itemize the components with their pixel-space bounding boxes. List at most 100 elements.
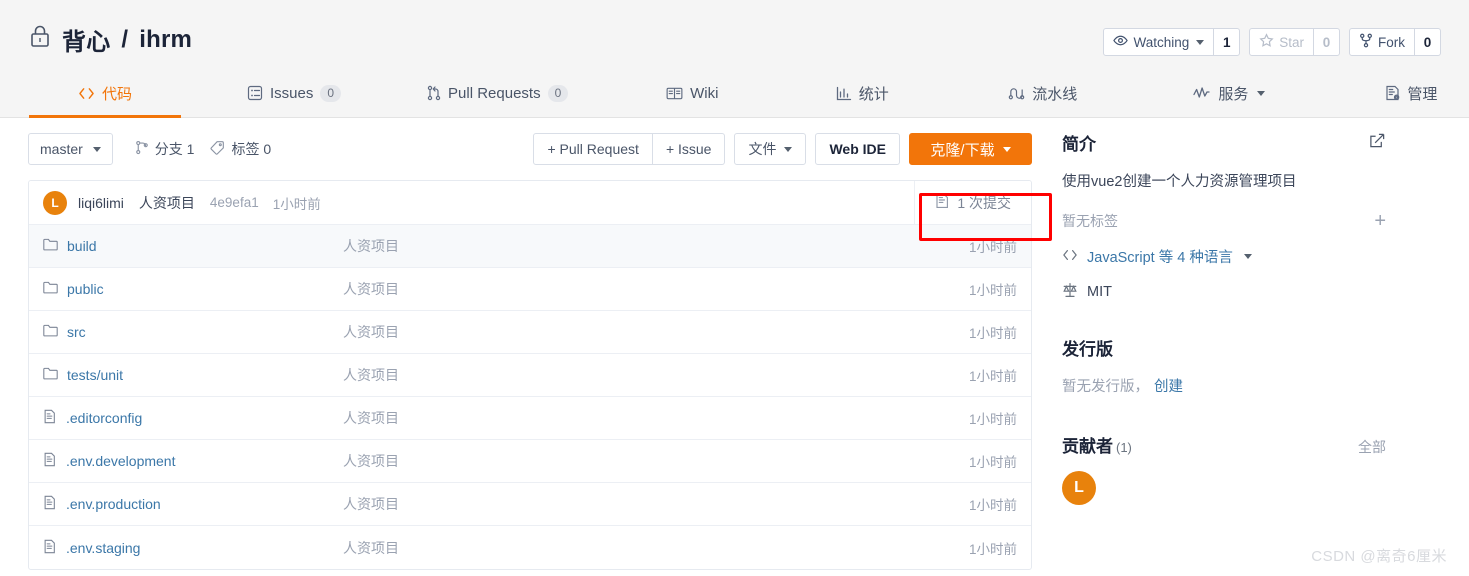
watch-label: Watching bbox=[1133, 34, 1190, 50]
file-list: build 人资项目 1小时前 public 人资项目 1小时前 src 人资项… bbox=[29, 225, 1031, 569]
file-row[interactable]: build 人资项目 1小时前 bbox=[29, 225, 1031, 268]
file-name: src bbox=[67, 324, 86, 340]
file-commit-message: 人资项目 bbox=[343, 324, 399, 340]
edit-icon[interactable] bbox=[1369, 132, 1386, 154]
activity-icon bbox=[1193, 86, 1211, 100]
new-pull-request-button[interactable]: + Pull Request bbox=[533, 133, 653, 165]
file-row[interactable]: .editorconfig 人资项目 1小时前 bbox=[29, 397, 1031, 440]
lock-icon bbox=[28, 23, 52, 56]
tab-code[interactable]: 代码 bbox=[29, 69, 181, 118]
tab-issues[interactable]: Issues 0 bbox=[227, 69, 361, 117]
commit-hash[interactable]: 4e9efa1 bbox=[210, 195, 259, 210]
file-row[interactable]: .env.development 人资项目 1小时前 bbox=[29, 440, 1031, 483]
create-release-link[interactable]: 创建 bbox=[1154, 379, 1183, 395]
commit-message[interactable]: 人资项目 bbox=[139, 193, 195, 213]
repo-name[interactable]: ihrm bbox=[139, 26, 192, 54]
file-commit-message: 人资项目 bbox=[343, 539, 399, 556]
file-name: .env.staging bbox=[66, 539, 141, 556]
watch-button-group[interactable]: Watching 1 bbox=[1103, 28, 1241, 56]
file-name-cell[interactable]: .env.staging bbox=[43, 539, 343, 557]
file-row[interactable]: public 人资项目 1小时前 bbox=[29, 268, 1031, 311]
star-button[interactable]: Star bbox=[1250, 29, 1313, 55]
tab-pull-requests[interactable]: Pull Requests 0 bbox=[407, 69, 588, 117]
commit-author[interactable]: liqi6limi bbox=[78, 195, 124, 211]
tags-link[interactable]: 标签 0 bbox=[210, 139, 271, 159]
file-commit-time: 1小时前 bbox=[968, 498, 1017, 513]
code-icon bbox=[78, 86, 95, 101]
tab-services[interactable]: 服务 bbox=[1173, 69, 1285, 117]
file-row[interactable]: tests/unit 人资项目 1小时前 bbox=[29, 354, 1031, 397]
clone-download-button[interactable]: 克隆/下载 bbox=[909, 133, 1032, 165]
file-icon bbox=[43, 409, 57, 427]
file-name-cell[interactable]: src bbox=[43, 324, 343, 340]
code-icon bbox=[1062, 248, 1078, 266]
add-tag-button[interactable]: + bbox=[1374, 211, 1386, 231]
file-name-cell[interactable]: tests/unit bbox=[43, 367, 343, 383]
file-commit-message: 人资项目 bbox=[343, 496, 399, 512]
branch-meta: 分支 1 标签 0 bbox=[135, 139, 271, 159]
create-buttons: + Pull Request + Issue bbox=[533, 133, 726, 165]
file-commit-time: 1小时前 bbox=[968, 283, 1017, 298]
files-dropdown-label: 文件 bbox=[748, 141, 777, 157]
fork-count[interactable]: 0 bbox=[1414, 29, 1440, 55]
contributors-all-link[interactable]: 全部 bbox=[1358, 437, 1386, 457]
settings-doc-icon bbox=[1385, 85, 1400, 101]
file-name-cell[interactable]: .env.production bbox=[43, 495, 343, 513]
commit-count-label: 1 次提交 bbox=[957, 194, 1011, 211]
chevron-down-icon bbox=[1002, 146, 1011, 152]
languages-label: JavaScript 等 4 种语言 bbox=[1087, 250, 1233, 266]
file-commit-message: 人资项目 bbox=[343, 410, 399, 426]
file-row[interactable]: src 人资项目 1小时前 bbox=[29, 311, 1031, 354]
file-commit-message: 人资项目 bbox=[343, 238, 399, 254]
file-row[interactable]: .env.production 人资项目 1小时前 bbox=[29, 483, 1031, 526]
repo-sidebar: 简介 使用vue2创建一个人力资源管理项目 暂无标签 + JavaScript … bbox=[1062, 118, 1386, 505]
eye-icon bbox=[1113, 33, 1129, 51]
issue-icon bbox=[247, 85, 263, 101]
commit-count-link[interactable]: 1 次提交 bbox=[914, 181, 1031, 224]
folder-icon bbox=[43, 324, 58, 340]
repo-owner[interactable]: 背心 bbox=[62, 22, 110, 57]
tag-icon bbox=[210, 140, 225, 158]
branches-link[interactable]: 分支 1 bbox=[135, 139, 194, 159]
star-count[interactable]: 0 bbox=[1313, 29, 1339, 55]
languages-row[interactable]: JavaScript 等 4 种语言 bbox=[1062, 246, 1386, 267]
file-name-cell[interactable]: .env.development bbox=[43, 452, 343, 470]
tab-statistics[interactable]: 统计 bbox=[814, 69, 910, 117]
branch-selector[interactable]: master bbox=[28, 133, 113, 165]
file-name: .editorconfig bbox=[66, 410, 143, 426]
file-commit-message: 人资项目 bbox=[343, 367, 399, 383]
web-ide-button[interactable]: Web IDE bbox=[815, 133, 900, 165]
file-name-cell[interactable]: public bbox=[43, 281, 343, 297]
watch-count[interactable]: 1 bbox=[1213, 29, 1239, 55]
branch-icon bbox=[135, 140, 149, 158]
tab-wiki[interactable]: Wiki bbox=[644, 69, 740, 117]
repo-header: 背心 / ihrm Watching 1 Star 0 Fork 0 代码 Is… bbox=[0, 0, 1469, 118]
star-button-group[interactable]: Star 0 bbox=[1249, 28, 1340, 56]
file-row[interactable]: .env.staging 人资项目 1小时前 bbox=[29, 526, 1031, 569]
watch-button[interactable]: Watching bbox=[1104, 29, 1213, 55]
new-issue-button[interactable]: + Issue bbox=[652, 133, 726, 165]
fork-button-group[interactable]: Fork 0 bbox=[1349, 28, 1441, 56]
no-tags-label: 暂无标签 bbox=[1062, 213, 1118, 229]
avatar[interactable]: L bbox=[43, 190, 67, 215]
file-name-cell[interactable]: build bbox=[43, 238, 343, 254]
tab-manage[interactable]: 管理 bbox=[1363, 69, 1459, 117]
file-name-cell[interactable]: .editorconfig bbox=[43, 409, 343, 427]
releases-empty: 暂无发行版， 创建 bbox=[1062, 375, 1386, 396]
avatar[interactable]: L bbox=[1062, 471, 1096, 505]
file-browser: L liqi6limi 人资项目 4e9efa1 1小时前 1 次提交 buil… bbox=[28, 180, 1032, 570]
pull-request-icon bbox=[427, 85, 441, 101]
chevron-down-icon bbox=[1257, 90, 1266, 96]
tab-wiki-label: Wiki bbox=[690, 84, 719, 102]
commit-time: 1小时前 bbox=[272, 196, 321, 212]
pipeline-icon bbox=[1008, 86, 1025, 101]
fork-button[interactable]: Fork bbox=[1350, 29, 1414, 55]
tab-pull-requests-badge: 0 bbox=[547, 84, 569, 102]
repo-body: master 分支 1 标签 0 + Pull Request + Issue … bbox=[0, 118, 1469, 576]
tab-pipeline[interactable]: 流水线 bbox=[988, 69, 1097, 117]
file-name: tests/unit bbox=[67, 367, 124, 383]
files-dropdown-button[interactable]: 文件 bbox=[734, 133, 807, 165]
license-row[interactable]: MIT bbox=[1062, 282, 1386, 302]
tab-statistics-label: 统计 bbox=[858, 85, 889, 103]
file-commit-time: 1小时前 bbox=[968, 369, 1017, 384]
